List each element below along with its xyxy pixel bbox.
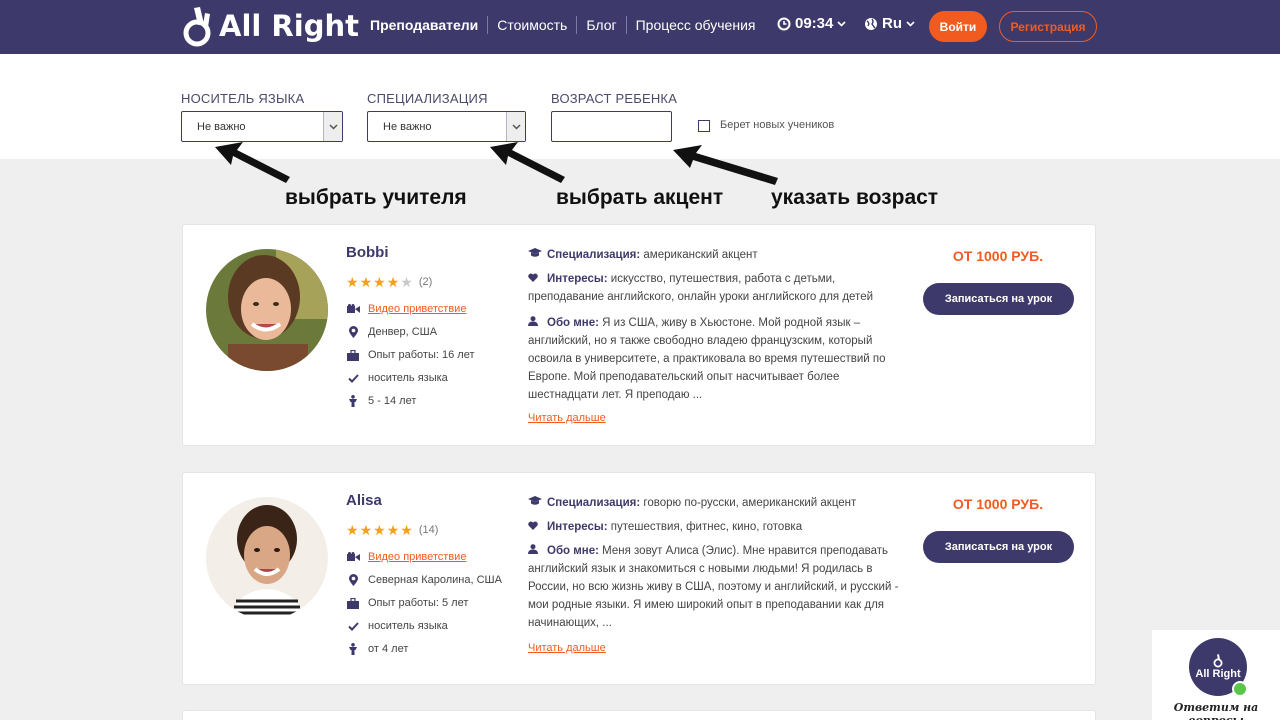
video-link[interactable]: Видео приветствие [368,303,466,315]
arrow-accent [490,142,565,183]
spec-text: говорю по-русски, американский акцент [643,497,857,509]
arrow-age [673,145,778,185]
arrow-teacher [215,142,290,183]
read-more-link[interactable]: Читать дальше [528,642,606,654]
price: ОТ 1000 РУБ. [952,496,1044,512]
chat-bubble-icon [1232,681,1248,697]
spec-title: Специализация: [547,249,641,261]
annotation-accent: выбрать акцент [556,186,724,209]
native-text: носитель языка [368,372,448,384]
star-empty-icon: ★ [400,274,413,290]
teacher-interests: Интересы: путешествия, фитнес, кино, гот… [528,518,913,536]
heart-icon [528,270,542,288]
star-icon: ★ [346,522,359,538]
video-camera-icon [346,552,360,562]
read-more-link[interactable]: Читать дальше [528,412,606,424]
star-icon: ★ [373,274,386,290]
teacher-name[interactable]: Bobbi [346,244,389,261]
location-text: Северная Каролина, США [368,574,502,586]
video-camera-icon [346,304,360,314]
star-icon: ★ [346,274,359,290]
experience-text: Опыт работы: 16 лет [368,349,475,361]
spec-title: Специализация: [547,497,641,509]
video-greeting[interactable]: Видео приветствие [346,551,466,563]
chat-widget-caption: Ответим на вопросы [1173,701,1259,720]
teacher-experience: Опыт работы: 5 лет [346,597,468,609]
chat-widget[interactable]: All Right Ответим на вопросы [1152,630,1280,720]
teacher-name[interactable]: Alisa [346,492,382,509]
location-pin-icon [346,326,360,338]
annotation-teacher: выбрать учителя [285,186,467,209]
teacher-about: Обо мне: Меня зовут Алиса (Элис). Мне нр… [528,542,913,632]
teacher-native: носитель языка [346,372,448,384]
teacher-ages: 5 - 14 лет [346,395,416,407]
teacher-about: Обо мне: Я из США, живу в Хьюстоне. Мой … [528,314,913,404]
user-icon [528,314,542,332]
avatar[interactable] [206,497,328,619]
review-count: (14) [418,524,439,536]
about-text: Я из США, живу в Хьюстоне. Мой родной яз… [528,317,886,401]
child-icon [346,643,360,655]
rating: ★ ★ ★ ★ ★ (2) [346,275,432,289]
video-greeting[interactable]: Видео приветствие [346,303,466,315]
ages-text: от 4 лет [368,643,409,655]
checkmark-icon [346,373,360,383]
annotation-age: указать возраст [771,186,939,209]
spec-text: американский акцент [643,249,758,261]
star-icon: ★ [386,522,400,538]
teacher-card: Bobbi ★ ★ ★ ★ ★ (2) Видео приветствие Денвер… [182,224,1096,446]
chat-widget-logo-text: All Right [1195,668,1241,680]
star-icon: ★ [359,522,373,538]
review-count: (2) [418,276,433,288]
teacher-native: носитель языка [346,620,448,632]
book-lesson-button[interactable]: Записаться на урок [923,283,1074,315]
teacher-ages: от 4 лет [346,643,408,655]
graduation-cap-icon [528,494,542,512]
teacher-location: Денвер, США [346,326,437,338]
price: ОТ 1000 РУБ. [952,248,1044,264]
location-pin-icon [346,574,360,586]
checkmark-icon [346,621,360,631]
about-title: Обо мне: [547,545,599,557]
user-icon [528,542,542,560]
graduation-cap-icon [528,246,542,264]
about-title: Обо мне: [547,317,599,329]
teacher-specialization: Специализация: американский акцент [528,246,913,264]
teacher-experience: Опыт работы: 16 лет [346,349,474,361]
teacher-interests: Интересы: искусство, путешествия, работа… [528,270,913,306]
logo-hand-icon [1213,654,1223,668]
teacher-location: Северная Каролина, США [346,574,502,586]
teacher-specialization: Специализация: говорю по-русски, америка… [528,494,913,512]
interests-text: путешествия, фитнес, кино, готовка [610,521,803,533]
teacher-card [182,710,1096,720]
location-text: Денвер, США [368,326,438,338]
teacher-card: Alisa ★ ★ ★ ★ ★ (14) Видео приветствие Север… [182,472,1096,685]
ages-text: 5 - 14 лет [368,395,417,407]
native-text: носитель языка [368,620,448,632]
child-icon [346,395,360,407]
star-icon: ★ [373,522,386,538]
book-lesson-button[interactable]: Записаться на урок [923,531,1074,563]
video-link[interactable]: Видео приветствие [368,551,466,563]
star-icon: ★ [386,274,400,290]
star-icon: ★ [400,522,413,538]
avatar[interactable] [206,249,328,371]
interests-title: Интересы: [547,273,608,285]
interests-title: Интересы: [547,521,608,533]
star-icon: ★ [359,274,373,290]
heart-icon [528,518,542,536]
briefcase-icon [346,349,360,361]
about-text: Меня зовут Алиса (Элис). Мне нравится пр… [528,545,899,629]
experience-text: Опыт работы: 5 лет [368,597,469,609]
rating: ★ ★ ★ ★ ★ (14) [346,523,438,537]
briefcase-icon [346,597,360,609]
